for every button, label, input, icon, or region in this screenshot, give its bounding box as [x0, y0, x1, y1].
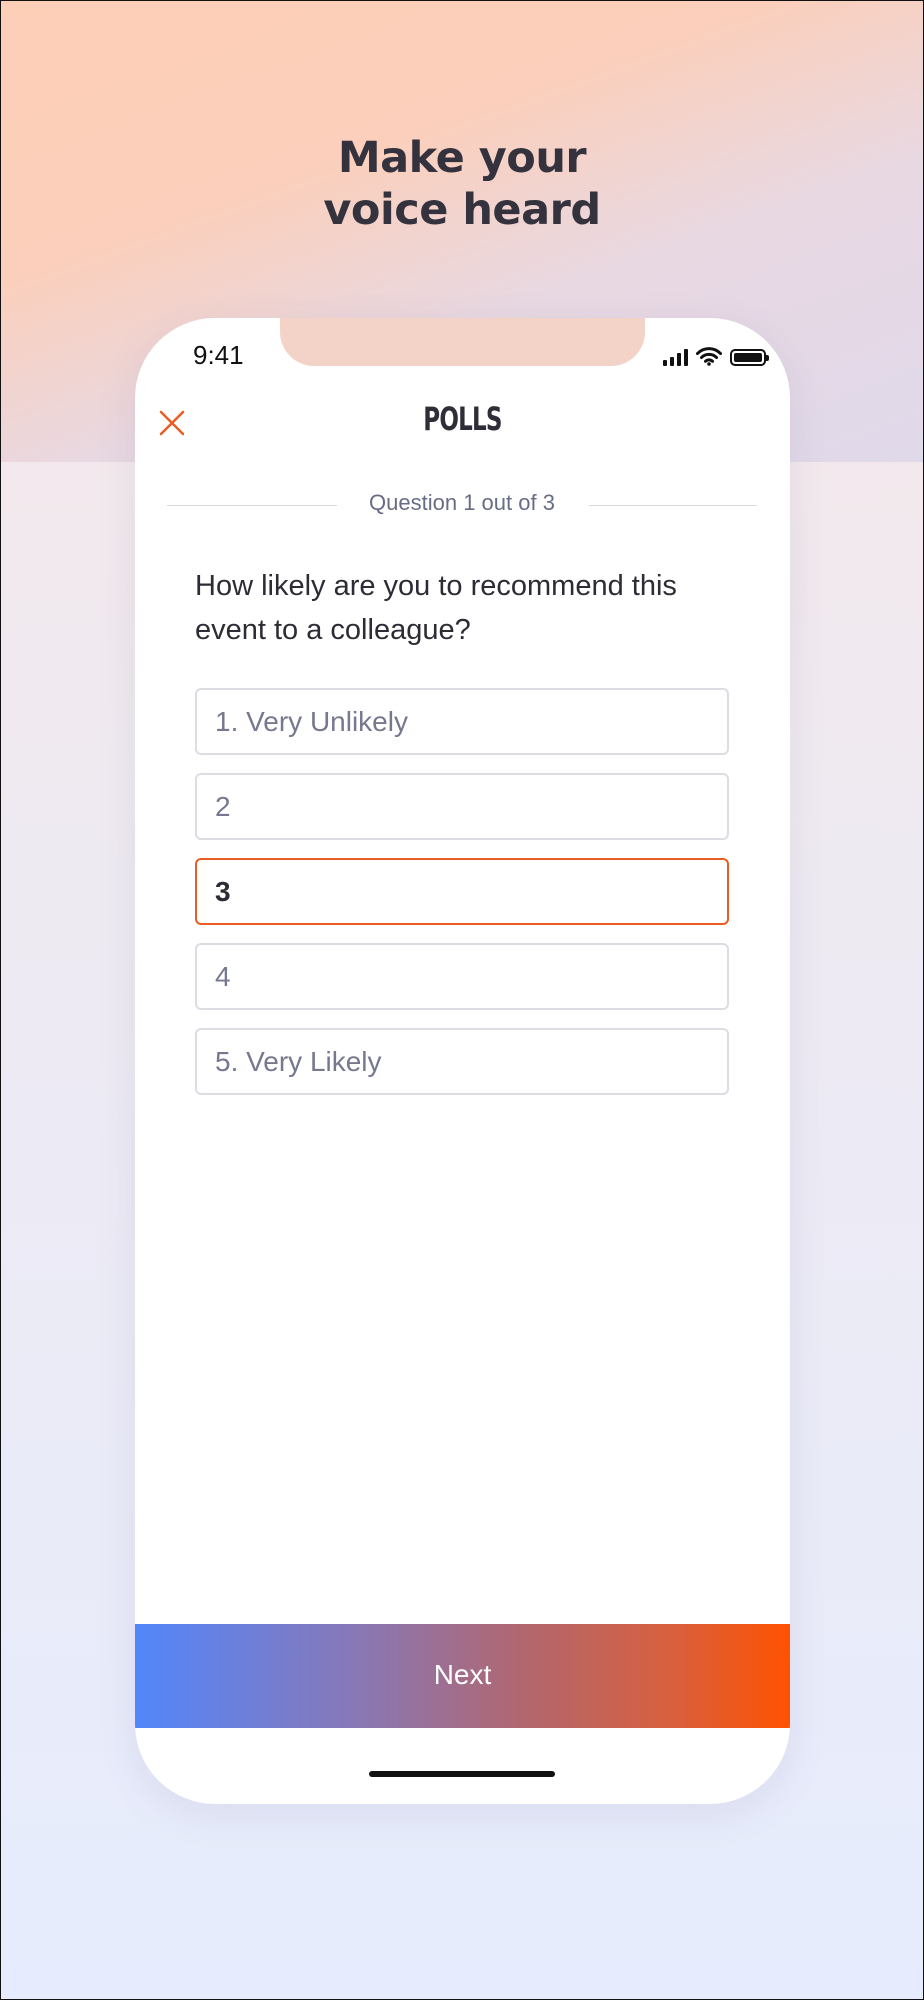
phone-notch [280, 318, 645, 366]
answer-option-3[interactable]: 3 [195, 858, 729, 925]
status-icons [663, 344, 769, 366]
signal-icon [663, 348, 688, 366]
question-progress: Question 1 out of 3 [167, 490, 757, 520]
wifi-icon [696, 347, 722, 366]
headline: Make your voice heard [0, 132, 924, 236]
headline-line-1: Make your [337, 133, 587, 183]
progress-label: Question 1 out of 3 [369, 490, 555, 515]
page-title: POLLS [423, 400, 502, 438]
home-indicator [369, 1771, 555, 1777]
next-button[interactable]: Next [135, 1624, 790, 1728]
answer-option-2[interactable]: 2 [195, 773, 729, 840]
phone-frame: 9:41 POLLS Question 1 out of 3 How likel… [135, 318, 790, 1804]
answer-option-5[interactable]: 5. Very Likely [195, 1028, 729, 1095]
status-time: 9:41 [193, 340, 244, 370]
answer-options: 1. Very Unlikely 2 3 4 5. Very Likely [195, 688, 729, 1113]
answer-option-4[interactable]: 4 [195, 943, 729, 1010]
headline-line-2: voice heard [323, 185, 601, 235]
answer-option-1[interactable]: 1. Very Unlikely [195, 688, 729, 755]
close-button[interactable] [153, 404, 191, 442]
battery-icon [730, 349, 769, 366]
question-text: How likely are you to recommend this eve… [195, 570, 677, 646]
close-icon [159, 410, 185, 436]
